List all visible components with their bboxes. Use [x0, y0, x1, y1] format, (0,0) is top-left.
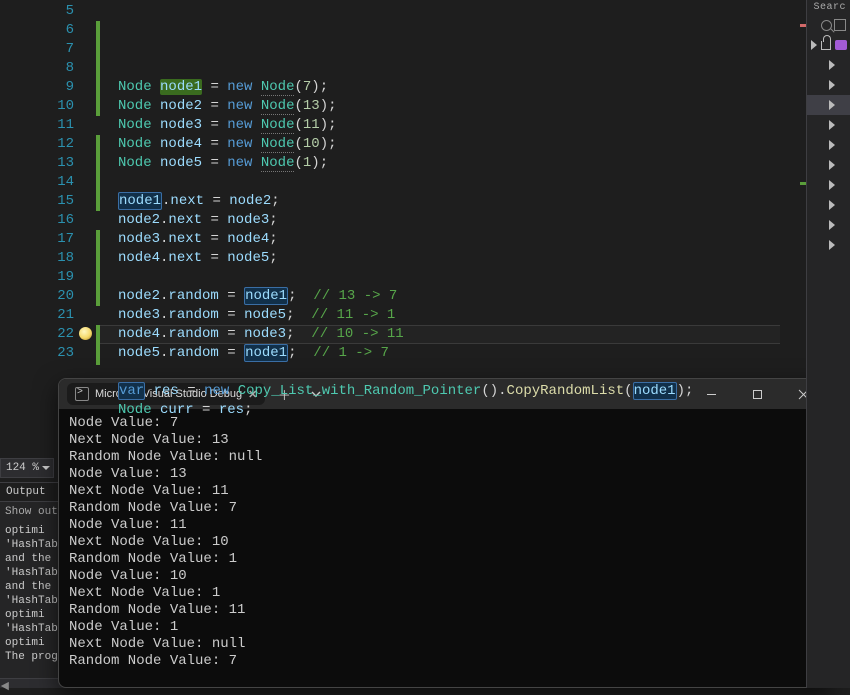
line-number[interactable]: 15: [0, 192, 74, 211]
expand-icon: [829, 120, 835, 130]
line-number[interactable]: 17: [0, 230, 74, 249]
line-number[interactable]: 18: [0, 249, 74, 268]
expand-icon: [829, 180, 835, 190]
line-number[interactable]: 14: [0, 173, 74, 192]
window-icon[interactable]: [834, 19, 846, 31]
expand-icon: [829, 80, 835, 90]
line-number[interactable]: 22: [0, 325, 74, 344]
expand-icon: [829, 240, 835, 250]
zoom-combo[interactable]: 124 %: [0, 458, 54, 478]
console-line: Random Node Value: 7: [69, 500, 821, 517]
code-line[interactable]: node1.next = node2;: [118, 192, 850, 211]
code-line[interactable]: node3.random = node5; // 11 -> 1: [118, 306, 850, 325]
line-number[interactable]: 21: [0, 306, 74, 325]
line-number-gutter[interactable]: 567891011121314151617181920212223: [0, 0, 96, 378]
sidebar-row[interactable]: [807, 95, 850, 115]
code-line[interactable]: Node node5 = new Node(1);: [118, 154, 850, 173]
line-number[interactable]: 8: [0, 59, 74, 78]
line-number[interactable]: 9: [0, 78, 74, 97]
expand-icon: [829, 200, 835, 210]
code-line[interactable]: Node node4 = new Node(10);: [118, 135, 850, 154]
console-line: Node Value: 11: [69, 517, 821, 534]
sidebar-row[interactable]: [807, 235, 850, 255]
console-line: Next Node Value: null: [69, 636, 821, 653]
zoom-value: 124 %: [6, 462, 39, 474]
sidebar-row[interactable]: [807, 135, 850, 155]
line-number[interactable]: 12: [0, 135, 74, 154]
line-number[interactable]: 16: [0, 211, 74, 230]
console-line: Next Node Value: 1: [69, 585, 821, 602]
terminal-icon: [75, 387, 89, 401]
console-line: Random Node Value: null: [69, 449, 821, 466]
line-number[interactable]: 11: [0, 116, 74, 135]
console-line: Next Node Value: 10: [69, 534, 821, 551]
code-line[interactable]: node2.random = node1; // 13 -> 7: [118, 287, 850, 306]
expand-icon: [829, 160, 835, 170]
code-line[interactable]: node3.next = node4;: [118, 230, 850, 249]
console-line: Random Node Value: 11: [69, 602, 821, 619]
console-line: Random Node Value: 7: [69, 653, 821, 670]
minimize-button[interactable]: [691, 380, 731, 408]
sidebar-top-icons: [807, 15, 850, 35]
code-line[interactable]: Node node2 = new Node(13);: [118, 97, 850, 116]
line-number[interactable]: 5: [0, 2, 74, 21]
sidebar-row[interactable]: [807, 155, 850, 175]
code-line[interactable]: Node node3 = new Node(11);: [118, 116, 850, 135]
debug-console-window[interactable]: Microsoft Visual Studio Debug ✕ ＋ Node V…: [58, 378, 832, 688]
code-area[interactable]: Node node1 = new Node(7);Node node2 = ne…: [100, 0, 850, 378]
console-line: Node Value: 10: [69, 568, 821, 585]
sidebar-row[interactable]: [807, 55, 850, 75]
console-line: Node Value: 13: [69, 466, 821, 483]
line-number[interactable]: 19: [0, 268, 74, 287]
line-number[interactable]: 7: [0, 40, 74, 59]
console-line: Next Node Value: 13: [69, 432, 821, 449]
expand-icon: [829, 140, 835, 150]
expand-icon: [829, 100, 835, 110]
expand-icon: [829, 60, 835, 70]
code-line[interactable]: [118, 59, 850, 78]
expand-icon: [829, 220, 835, 230]
module-icon: [835, 40, 847, 50]
code-editor[interactable]: 567891011121314151617181920212223 Node n…: [0, 0, 850, 378]
line-number[interactable]: 23: [0, 344, 74, 363]
line-number[interactable]: 10: [0, 97, 74, 116]
console-line: Next Node Value: 11: [69, 483, 821, 500]
search-icon[interactable]: [821, 20, 832, 31]
sidebar-row[interactable]: [807, 75, 850, 95]
code-line[interactable]: [118, 268, 850, 287]
lock-icon: [821, 41, 831, 50]
right-sidebar[interactable]: Searc: [806, 0, 850, 688]
sidebar-search-header[interactable]: Searc: [807, 0, 850, 15]
maximize-button[interactable]: [737, 380, 777, 408]
sidebar-row[interactable]: [807, 215, 850, 235]
sidebar-row[interactable]: [807, 175, 850, 195]
console-line: Random Node Value: 1: [69, 551, 821, 568]
code-line[interactable]: node2.next = node3;: [118, 211, 850, 230]
console-output[interactable]: Node Value: 7Next Node Value: 13Random N…: [59, 409, 831, 687]
code-line[interactable]: Node node1 = new Node(7);: [118, 78, 850, 97]
sidebar-row[interactable]: [807, 195, 850, 215]
sidebar-row[interactable]: [807, 35, 850, 55]
sidebar-row[interactable]: [807, 115, 850, 135]
expand-icon: [811, 40, 817, 50]
code-line[interactable]: node5.random = node1; // 1 -> 7: [118, 344, 850, 363]
line-number[interactable]: 6: [0, 21, 74, 40]
line-number[interactable]: 13: [0, 154, 74, 173]
line-number[interactable]: 20: [0, 287, 74, 306]
console-line: Node Value: 1: [69, 619, 821, 636]
code-line[interactable]: [118, 173, 850, 192]
code-line[interactable]: node4.next = node5;: [118, 249, 850, 268]
